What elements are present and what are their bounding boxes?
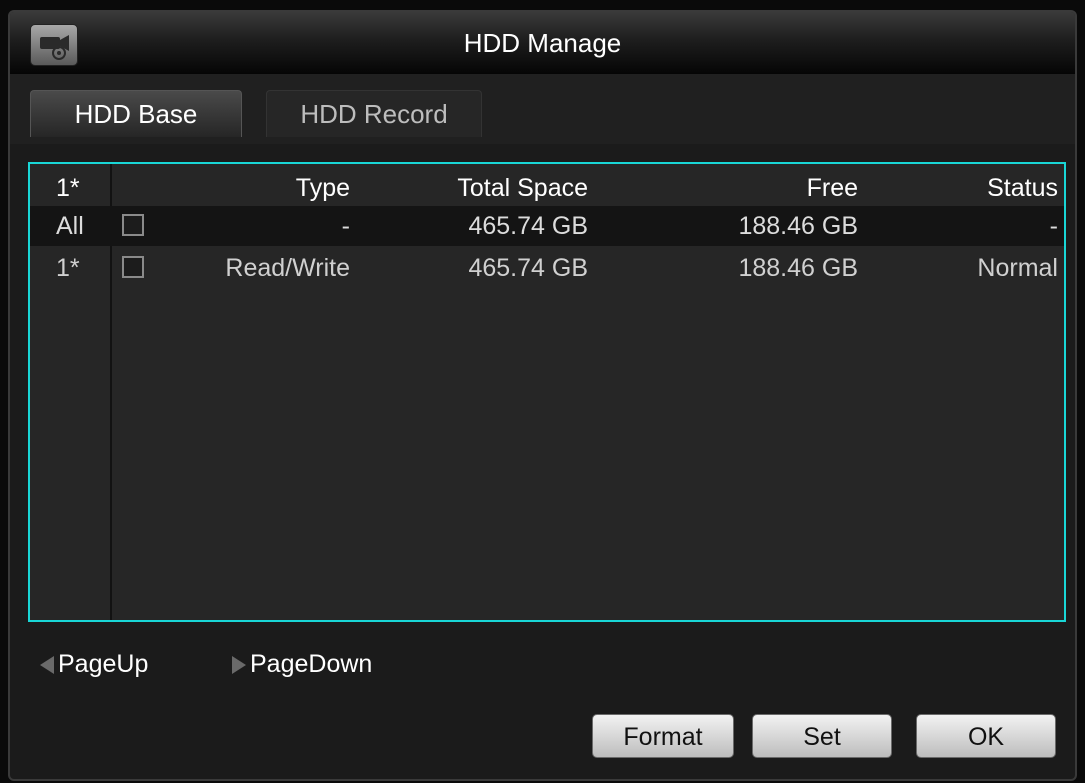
page-down-label: PageDown <box>250 650 373 678</box>
table-row[interactable]: 1* Read/Write 465.74 GB 188.46 GB Normal <box>30 248 1064 288</box>
tab-hdd-base[interactable]: HDD Base <box>30 90 242 137</box>
format-button[interactable]: Format <box>592 714 734 758</box>
row-checkbox[interactable] <box>122 256 144 278</box>
row-free: 188.46 GB <box>738 212 858 240</box>
set-button[interactable]: Set <box>752 714 892 758</box>
row-index: All <box>56 212 84 240</box>
table-row[interactable]: All - 465.74 GB 188.46 GB - <box>30 206 1064 246</box>
row-free: 188.46 GB <box>738 254 858 282</box>
header-status: Status <box>987 174 1058 202</box>
table-header: 1* Type Total Space Free Status <box>30 168 1064 208</box>
row-total-space: 465.74 GB <box>468 254 588 282</box>
row-type: Read/Write <box>225 254 350 282</box>
row-status: - <box>1049 212 1058 240</box>
tab-bar: HDD Base HDD Record <box>10 74 1075 144</box>
page-up-label: PageUp <box>58 650 149 678</box>
tab-hdd-record[interactable]: HDD Record <box>266 90 482 137</box>
page-up-button[interactable]: PageUp <box>40 649 148 679</box>
window-title: HDD Manage <box>463 28 622 58</box>
header-type: Type <box>295 174 350 202</box>
row-checkbox[interactable] <box>122 214 144 236</box>
row-index: 1* <box>56 254 80 282</box>
page-up-icon <box>40 656 54 675</box>
title-bar: HDD Manage <box>10 12 1075 75</box>
row-type: - <box>341 212 350 240</box>
row-status: Normal <box>977 254 1058 282</box>
header-index: 1* <box>56 174 80 202</box>
header-free: Free <box>806 174 858 202</box>
hdd-list: 1* Type Total Space Free Status All - 46… <box>28 162 1066 622</box>
page-down-icon <box>232 656 246 675</box>
row-total-space: 465.74 GB <box>468 212 588 240</box>
hdd-manage-window: HDD Manage HDD Base HDD Record 1* Type T… <box>8 10 1077 781</box>
page-down-button[interactable]: PageDown <box>232 649 372 679</box>
header-total-space: Total Space <box>457 174 588 202</box>
ok-button[interactable]: OK <box>916 714 1056 758</box>
